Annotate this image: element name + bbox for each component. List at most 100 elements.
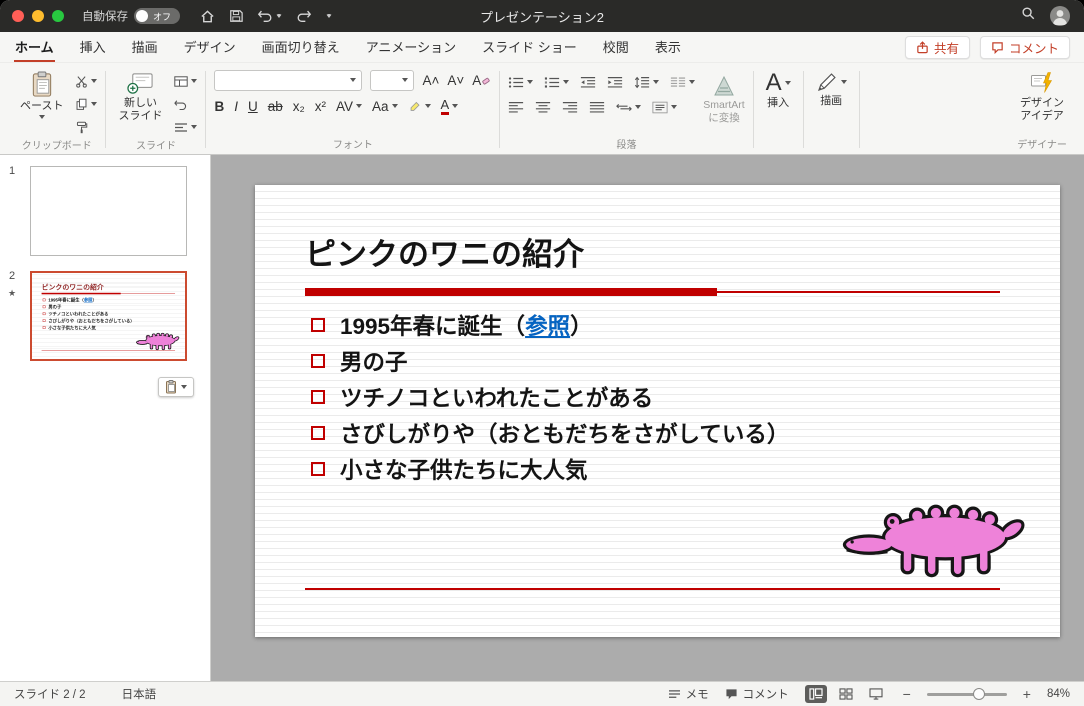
footer-rule xyxy=(305,588,1000,590)
reference-link[interactable]: 参照 xyxy=(525,309,570,341)
comment-icon xyxy=(992,41,1003,54)
align-left-button[interactable] xyxy=(508,99,524,115)
columns-button[interactable] xyxy=(670,74,696,90)
tab-insert[interactable]: 挿入 xyxy=(79,31,107,63)
numbered-list-button[interactable] xyxy=(544,74,570,90)
slide-sorter-view-button[interactable] xyxy=(835,685,857,703)
zoom-slider-knob[interactable] xyxy=(973,687,986,700)
draw-button[interactable]: 描画 xyxy=(812,67,851,110)
tab-home[interactable]: ホーム xyxy=(14,31,55,63)
slide-layout-button[interactable] xyxy=(174,73,198,89)
bullet-item[interactable]: ツチノコといわれたことがある xyxy=(311,379,789,415)
increase-indent-icon xyxy=(608,76,623,88)
tab-slideshow[interactable]: スライド ショー xyxy=(481,31,578,63)
zoom-window-button[interactable] xyxy=(52,10,64,22)
normal-view-button[interactable] xyxy=(804,685,827,703)
superscript-button[interactable]: x² xyxy=(315,99,326,114)
toolbar-options-icon[interactable] xyxy=(326,14,332,18)
align-right-button[interactable] xyxy=(562,99,578,115)
share-button[interactable]: 共有 xyxy=(904,35,970,59)
notes-button[interactable]: メモ xyxy=(668,686,709,702)
italic-button[interactable]: I xyxy=(234,99,238,114)
slide-surface[interactable]: ピンクのワニの紹介 1995年春に誕生（ 参照） 男の子 ツチノコといわれたこと… xyxy=(255,185,1060,637)
tab-design[interactable]: デザイン xyxy=(183,31,237,63)
underline-button[interactable]: U xyxy=(248,99,258,114)
zoom-in-button[interactable]: + xyxy=(1023,686,1031,702)
shrink-font-button[interactable]: A˅ xyxy=(447,73,464,88)
undo-dropdown-icon xyxy=(276,14,282,18)
convert-to-smartart-button[interactable]: SmartArt に変換 xyxy=(703,67,745,124)
zoom-level[interactable]: 84% xyxy=(1047,688,1070,700)
minimize-window-button[interactable] xyxy=(32,10,44,22)
align-center-button[interactable] xyxy=(535,99,551,115)
redo-button[interactable] xyxy=(296,9,312,23)
copy-button[interactable] xyxy=(75,96,98,112)
new-slide-icon xyxy=(127,73,153,94)
font-color-button[interactable]: A xyxy=(440,98,459,115)
section-icon xyxy=(175,122,188,132)
tab-animations[interactable]: アニメーション xyxy=(365,31,457,63)
tab-draw[interactable]: 描画 xyxy=(131,31,159,63)
subscript-button[interactable]: x₂ xyxy=(293,99,305,114)
zoom-slider[interactable] xyxy=(926,687,1007,700)
design-ideas-button[interactable]: デザイン アイデア xyxy=(1016,67,1068,124)
slide-title[interactable]: ピンクのワニの紹介 xyxy=(305,229,584,274)
section-button[interactable] xyxy=(174,119,198,135)
account-avatar[interactable] xyxy=(1050,6,1070,26)
slide-1-thumbnail[interactable] xyxy=(30,166,187,256)
bold-button[interactable]: B xyxy=(214,99,224,114)
paste-options-icon xyxy=(166,380,176,394)
numbered-list-icon xyxy=(545,76,560,88)
autosave-toggle[interactable]: オフ xyxy=(134,8,180,24)
language-indicator[interactable]: 日本語 xyxy=(122,686,157,702)
font-name-select[interactable] xyxy=(214,69,363,91)
crocodile-drawing[interactable] xyxy=(841,487,1027,580)
cut-button[interactable] xyxy=(75,73,98,89)
share-icon xyxy=(917,40,928,53)
tab-transitions[interactable]: 画面切り替え xyxy=(261,31,341,63)
save-icon[interactable] xyxy=(229,9,243,23)
bullet-item[interactable]: 1995年春に誕生（ 参照） xyxy=(311,307,789,343)
paste-options-button[interactable] xyxy=(158,377,194,397)
font-group: A˄ A˅ A B I U ab x₂ x² AV Aa A フォント xyxy=(206,67,499,154)
decrease-indent-button[interactable] xyxy=(580,74,596,90)
bullet-list-button[interactable] xyxy=(508,74,534,90)
character-spacing-button[interactable]: AV xyxy=(336,98,363,114)
increase-indent-button[interactable] xyxy=(607,74,623,90)
slideshow-view-button[interactable] xyxy=(865,685,887,703)
tab-review[interactable]: 校閲 xyxy=(602,31,630,63)
insert-button[interactable]: A 挿入 xyxy=(762,67,795,112)
text-direction-button[interactable] xyxy=(616,99,642,115)
checkbox-bullet-icon xyxy=(311,318,325,332)
bullet-item[interactable]: 小さな子供たちに大人気 xyxy=(311,451,789,487)
justify-button[interactable] xyxy=(589,99,605,115)
mini-slide-title: ピンクのワニの紹介 xyxy=(41,282,104,291)
highlight-color-button[interactable] xyxy=(408,98,431,114)
new-slide-button[interactable]: 新しい スライド xyxy=(114,67,166,124)
tab-view[interactable]: 表示 xyxy=(654,31,682,63)
align-text-button[interactable] xyxy=(652,99,678,115)
strikethrough-button[interactable]: ab xyxy=(268,99,283,114)
slide-2-thumbnail[interactable]: ピンクのワニの紹介 1995年春に誕生（ 参照） 男の子 ツチノコといわれたことが… xyxy=(30,271,187,361)
home-icon[interactable] xyxy=(200,9,215,24)
format-painter-button[interactable] xyxy=(75,119,97,135)
paragraph-group-label: 段落 xyxy=(616,140,637,151)
comments-button[interactable]: コメント xyxy=(979,35,1070,59)
grow-font-button[interactable]: A˄ xyxy=(422,73,439,88)
paste-dropdown-icon xyxy=(38,114,45,119)
close-window-button[interactable] xyxy=(12,10,24,22)
change-case-button[interactable]: Aa xyxy=(372,98,398,114)
undo-button[interactable] xyxy=(257,9,282,23)
font-size-select[interactable] xyxy=(370,69,415,91)
reset-slide-button[interactable] xyxy=(174,96,197,112)
clear-formatting-button[interactable]: A xyxy=(472,73,491,88)
line-spacing-button[interactable] xyxy=(634,74,660,90)
bullet-item[interactable]: さびしがりや（おともだちをさがしている） xyxy=(311,415,789,451)
bullet-item[interactable]: 男の子 xyxy=(311,343,789,379)
normal-view-icon xyxy=(808,688,823,700)
statusbar-comments-button[interactable]: コメント xyxy=(725,686,789,702)
paste-button[interactable]: ペースト xyxy=(16,67,67,121)
search-icon[interactable] xyxy=(1021,6,1036,26)
slide-editing-canvas[interactable]: ピンクのワニの紹介 1995年春に誕生（ 参照） 男の子 ツチノコといわれたこと… xyxy=(211,155,1084,681)
zoom-out-button[interactable]: − xyxy=(903,686,911,702)
